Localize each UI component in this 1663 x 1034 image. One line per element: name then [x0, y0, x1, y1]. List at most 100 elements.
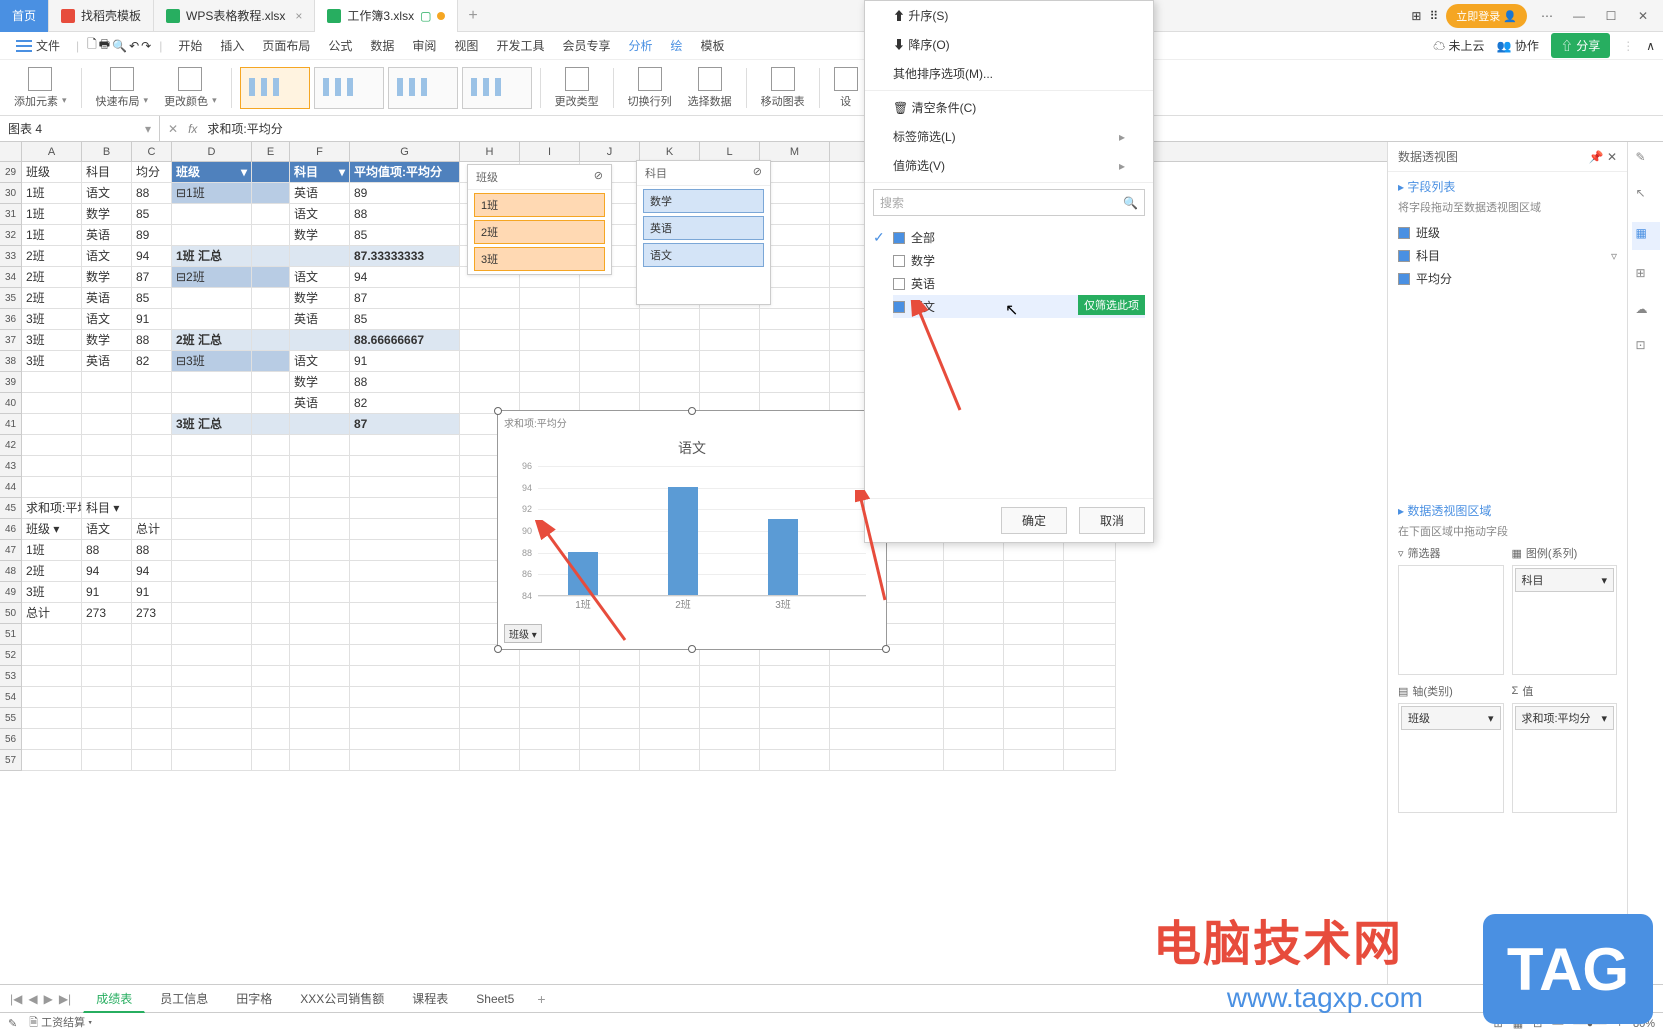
row-header[interactable]: 46	[0, 519, 22, 540]
row-header[interactable]: 45	[0, 498, 22, 519]
col-header[interactable]: J	[580, 142, 640, 161]
row-header[interactable]: 43	[0, 456, 22, 477]
row-header[interactable]: 31	[0, 204, 22, 225]
row-header[interactable]: 29	[0, 162, 22, 183]
spreadsheet-grid[interactable]: A B C D E F G H I J K L M O P Q R 29班级科目…	[0, 142, 1387, 984]
filter-check-item[interactable]: 数学	[893, 249, 1145, 272]
col-header[interactable]: B	[82, 142, 132, 161]
sort-desc-item[interactable]: ⬇ 降序(O)	[865, 30, 1153, 59]
sheet-tab[interactable]: 员工信息	[147, 985, 221, 1012]
share-button[interactable]: ⇧ 分享	[1551, 33, 1610, 58]
qat-print-icon[interactable]: 🖶	[99, 35, 110, 56]
tab-templates[interactable]: 找稻壳模板	[49, 0, 154, 32]
select-all-corner[interactable]	[0, 142, 22, 161]
menu-dev[interactable]: 开发工具	[488, 33, 552, 58]
row-header[interactable]: 33	[0, 246, 22, 267]
field-item[interactable]: 平均分	[1398, 267, 1617, 290]
close-pane-icon[interactable]: ✕	[1607, 150, 1617, 164]
field-item[interactable]: 班级	[1398, 221, 1617, 244]
move-chart-button[interactable]: 移动图表	[755, 65, 811, 111]
file-menu[interactable]: 文件	[8, 33, 68, 58]
filter-icon[interactable]: ▿	[1611, 249, 1617, 263]
add-element-button[interactable]: 添加元素	[8, 65, 73, 111]
row-header[interactable]: 52	[0, 645, 22, 666]
minimize-button[interactable]: —	[1567, 9, 1591, 23]
col-header[interactable]: A	[22, 142, 82, 161]
checkbox-icon[interactable]	[1398, 250, 1410, 262]
filter-ok-button[interactable]: 确定	[1001, 507, 1067, 534]
row-header[interactable]: 34	[0, 267, 22, 288]
change-type-button[interactable]: 更改类型	[549, 65, 605, 111]
filter-check-item[interactable]: 英语	[893, 272, 1145, 295]
value-filter-item[interactable]: 值筛选(V)▸	[865, 151, 1153, 180]
qat-undo-icon[interactable]: ↶	[129, 39, 139, 53]
sheet-tab[interactable]: Sheet5	[463, 987, 527, 1011]
row-header[interactable]: 50	[0, 603, 22, 624]
row-header[interactable]: 35	[0, 288, 22, 309]
values-area-drop[interactable]: 求和项:平均分▾	[1512, 703, 1618, 813]
row-header[interactable]: 51	[0, 624, 22, 645]
row-header[interactable]: 54	[0, 687, 22, 708]
maximize-button[interactable]: ☐	[1599, 9, 1623, 23]
row-header[interactable]: 30	[0, 183, 22, 204]
row-header[interactable]: 38	[0, 351, 22, 372]
label-filter-item[interactable]: 标签筛选(L)▸	[865, 122, 1153, 151]
tab-home[interactable]: 首页	[0, 0, 49, 32]
field-item[interactable]: 科目▿	[1398, 244, 1617, 267]
pivot-chart[interactable]: 求和项:平均分 语文 科目 ▾ 语文 848688909294961班2班3班 …	[497, 410, 887, 650]
sheet-tab[interactable]: XXX公司销售额	[287, 985, 397, 1012]
collab-button[interactable]: 👥 协作	[1497, 37, 1539, 54]
row-header[interactable]: 56	[0, 729, 22, 750]
col-header[interactable]: H	[460, 142, 520, 161]
change-color-button[interactable]: 更改颜色	[158, 65, 223, 111]
checkbox-icon[interactable]	[1398, 273, 1410, 285]
menu-icon[interactable]: ⋯	[1535, 9, 1559, 23]
sheet-first-icon[interactable]: |◀	[8, 992, 24, 1006]
pivot-tool-icon[interactable]: ▦	[1632, 222, 1660, 250]
row-header[interactable]: 49	[0, 582, 22, 603]
quick-layout-button[interactable]: 快速布局	[90, 65, 155, 111]
menu-template[interactable]: 模板	[693, 33, 733, 58]
row-header[interactable]: 40	[0, 393, 22, 414]
collapse-ribbon-icon[interactable]: ∧	[1646, 39, 1655, 53]
apps-icon[interactable]: ⠿	[1429, 9, 1438, 23]
menu-layout[interactable]: 页面布局	[254, 33, 318, 58]
qat-preview-icon[interactable]: 🔍	[112, 39, 127, 53]
login-button[interactable]: 立即登录 👤	[1446, 4, 1527, 28]
sort-asc-item[interactable]: ⬆ 升序(S)	[865, 1, 1153, 30]
filter-check-item[interactable]: 语文 仅筛选此项	[893, 295, 1145, 318]
sheet-prev-icon[interactable]: ◀	[26, 992, 39, 1006]
chart-style-1[interactable]	[240, 67, 310, 109]
filter-cancel-button[interactable]: 取消	[1079, 507, 1145, 534]
sheet-tab[interactable]: 成绩表	[83, 985, 145, 1013]
col-header[interactable]: C	[132, 142, 172, 161]
add-tab-button[interactable]: +	[458, 7, 487, 25]
slicer-subject[interactable]: 科目⊘ 数学 英语 语文	[636, 160, 771, 305]
row-header[interactable]: 42	[0, 435, 22, 456]
chart-style-2[interactable]	[314, 67, 384, 109]
cloud-status[interactable]: ☁ 未上云	[1433, 37, 1484, 54]
slicer-item[interactable]: 英语	[643, 216, 764, 240]
chart-axis-field-button[interactable]: 班级 ▾	[504, 624, 542, 643]
menu-draw[interactable]: 绘	[662, 33, 690, 58]
row-header[interactable]: 44	[0, 477, 22, 498]
slicer-item[interactable]: 语文	[643, 243, 764, 267]
chart-style-4[interactable]	[462, 67, 532, 109]
menu-analysis[interactable]: 分析	[620, 33, 660, 58]
settings-button[interactable]: 设	[828, 65, 864, 111]
name-box[interactable]: 图表 4▾	[0, 116, 160, 141]
appearance-icon[interactable]: ⊞	[1411, 9, 1421, 23]
menu-view[interactable]: 视图	[446, 33, 486, 58]
select-data-button[interactable]: 选择数据	[682, 65, 738, 111]
chart-style-3[interactable]	[388, 67, 458, 109]
more-tool-icon[interactable]: ⊡	[1636, 338, 1656, 358]
col-header[interactable]: L	[700, 142, 760, 161]
switch-rc-button[interactable]: 切换行列	[622, 65, 678, 111]
qat-save-icon[interactable]: 🗋	[87, 35, 97, 56]
qat-redo-icon[interactable]: ↷	[141, 39, 151, 53]
menu-member[interactable]: 会员专享	[554, 33, 618, 58]
col-header[interactable]: M	[760, 142, 830, 161]
fx-icon[interactable]: fx	[188, 122, 197, 136]
filter-area-drop[interactable]	[1398, 565, 1504, 675]
sheet-next-icon[interactable]: ▶	[42, 992, 55, 1006]
